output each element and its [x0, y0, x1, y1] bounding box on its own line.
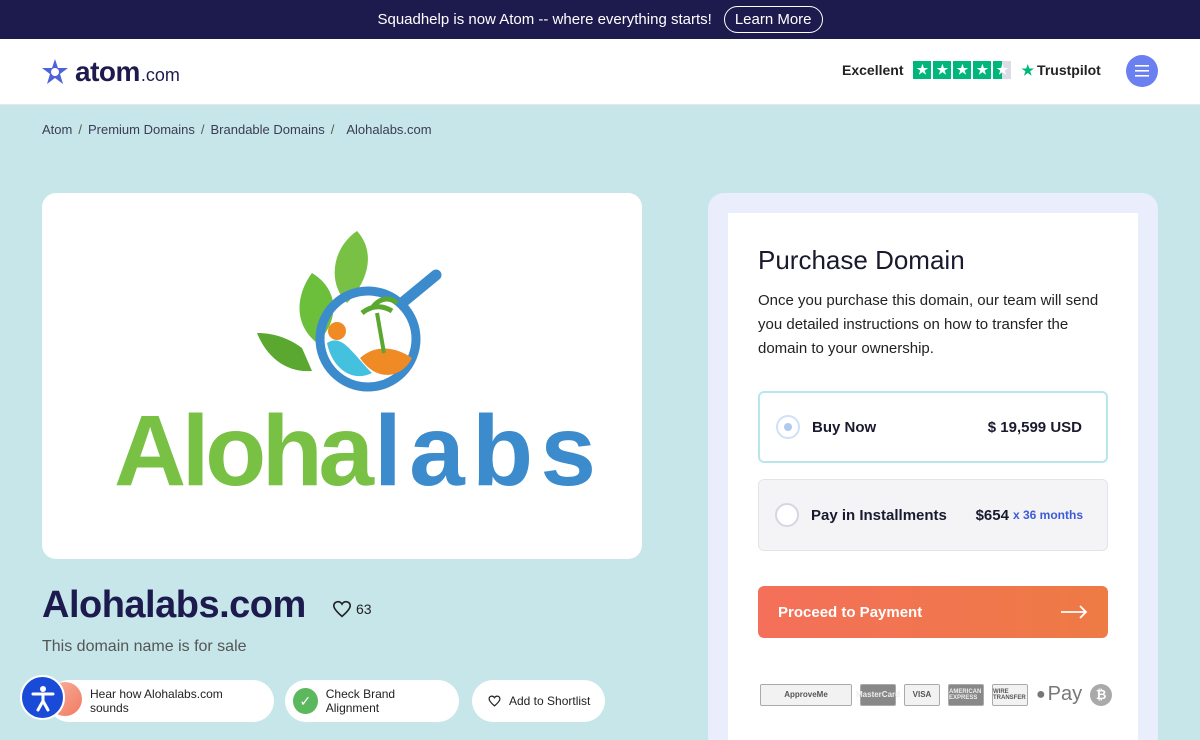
hamburger-icon: [1135, 65, 1149, 77]
breadcrumb-separator: /: [330, 122, 335, 137]
arrow-right-icon: [1061, 605, 1088, 619]
buy-now-radio[interactable]: [776, 415, 800, 439]
check-icon: ✓: [293, 688, 318, 714]
purchase-title: Purchase Domain: [758, 245, 965, 275]
accessibility-icon: [31, 685, 54, 711]
breadcrumb-separator: /: [78, 122, 82, 137]
rating-stars: ★ ★ ★ ★ ★: [913, 61, 1012, 79]
logo-suffix: .com: [140, 64, 180, 85]
star-icon: ★: [913, 61, 932, 79]
star-icon: ★: [953, 61, 972, 79]
check-brand-button[interactable]: ✓ Check Brand Alignment: [285, 680, 459, 722]
hear-sound-label: Hear how Alohalabs.com sounds: [90, 687, 223, 715]
trustpilot-logo: ★ Trustpilot: [1021, 62, 1100, 79]
trustpilot-label: Trustpilot: [1037, 62, 1101, 78]
rating-label: Excellent: [842, 62, 904, 78]
add-to-shortlist-button[interactable]: Add to Shortlist: [472, 680, 605, 722]
logo-text-labs: labs: [374, 395, 596, 507]
buy-now-option[interactable]: Buy Now $ 19,599 USD: [758, 391, 1108, 463]
like-count: 63: [356, 601, 372, 617]
learn-more-button[interactable]: Learn More: [723, 6, 823, 33]
buy-now-price: $ 19,599 USD: [987, 418, 1082, 436]
menu-button[interactable]: [1126, 55, 1158, 87]
installments-label: Pay in Installments: [811, 506, 947, 524]
accessibility-button[interactable]: [20, 675, 65, 720]
heart-outline-icon: [488, 695, 501, 707]
proceed-label: Proceed to Payment: [778, 603, 923, 621]
like-button[interactable]: 63: [332, 600, 372, 618]
heart-icon: [332, 600, 352, 618]
logo-word: atom: [75, 56, 140, 87]
breadcrumb-premium-domains[interactable]: Premium Domains: [88, 122, 195, 137]
breadcrumb-brandable-domains[interactable]: Brandable Domains: [211, 122, 325, 137]
trustpilot-star-icon: ★: [1021, 61, 1035, 78]
shortlist-label: Add to Shortlist: [509, 694, 591, 708]
approveme-badge: ApproveMe: [760, 683, 852, 706]
visa-icon: VISA: [904, 683, 940, 706]
mastercard-icon: MasterCard: [856, 683, 900, 706]
bitcoin-icon: ₿: [1090, 683, 1113, 706]
installments-radio[interactable]: [775, 503, 799, 527]
amex-icon: AMERICAN EXPRESS: [948, 683, 984, 706]
domain-logo-card: Aloha labs: [42, 193, 642, 559]
logo-text-aloha: Aloha: [114, 395, 375, 507]
apple-pay-icon: ● Pay: [1036, 683, 1083, 705]
breadcrumb-current: Alohalabs.com: [346, 122, 432, 137]
domain-title: Alohalabs.com: [42, 584, 306, 626]
atom-logo[interactable]: atom .com: [41, 56, 180, 88]
for-sale-text: This domain name is for sale: [42, 638, 247, 655]
purchase-description: Once you purchase this domain, our team …: [758, 292, 1099, 357]
half-star-icon: ★: [993, 61, 1012, 79]
installments-term: x 36 months: [1012, 508, 1083, 522]
purchase-panel: Purchase Domain Once you purchase this d…: [728, 213, 1138, 740]
buy-now-label: Buy Now: [812, 418, 877, 436]
breadcrumb-atom[interactable]: Atom: [42, 122, 72, 137]
alohalabs-logo-image: Aloha labs: [114, 231, 596, 507]
breadcrumb-separator: /: [200, 122, 205, 137]
installments-option[interactable]: Pay in Installments $654 x 36 months: [758, 479, 1108, 551]
payment-methods: ApproveMe MasterCard VISA AMERICAN EXPRE…: [760, 683, 1113, 706]
atom-star-icon: [42, 59, 68, 84]
banner-text: Squadhelp is now Atom -- where everythin…: [377, 11, 712, 28]
hear-sound-button[interactable]: Hear how Alohalabs.com sounds: [48, 680, 274, 722]
star-icon: ★: [973, 61, 992, 79]
star-icon: ★: [933, 61, 952, 79]
site-header: atom .com Excellent ★ ★ ★ ★ ★ ★ Trustpilot: [0, 39, 1200, 105]
announcement-banner: Squadhelp is now Atom -- where everythin…: [0, 0, 1200, 39]
installments-price: $654: [975, 506, 1009, 524]
breadcrumb: Atom / Premium Domains / Brandable Domains…: [42, 122, 432, 137]
trustpilot-rating[interactable]: Excellent ★ ★ ★ ★ ★ ★ Trustpilot: [842, 61, 1101, 79]
wire-transfer-icon: WIRE TRANSFER: [992, 683, 1028, 706]
proceed-to-payment-button[interactable]: Proceed to Payment: [758, 586, 1108, 638]
check-brand-label: Check Brand Alignment: [325, 687, 396, 715]
apple-pay-label: Pay: [1047, 683, 1083, 705]
